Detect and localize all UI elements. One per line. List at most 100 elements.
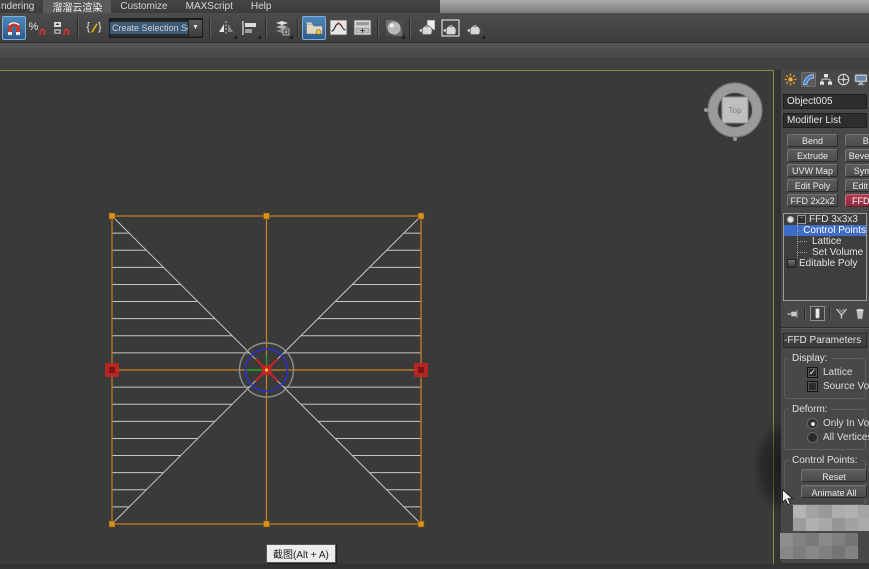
create-tab-icon [784,73,797,86]
edit-named-selection-sets-button[interactable]: { } [82,16,106,40]
stack-tree-line [797,224,798,258]
tab-modify[interactable] [800,72,817,87]
create-selection-set-dropdown[interactable]: Create Selection Se ▼ [109,17,203,38]
only-in-volume-radio-row[interactable]: Only In Volume [807,418,869,429]
editable-poly-icon [787,259,796,268]
pin-stack-button[interactable] [786,306,800,321]
menu-rendering[interactable]: ndering [0,1,43,12]
rendered-frame-window-button[interactable] [438,16,462,40]
remove-modifier-button[interactable] [853,306,867,321]
layer-manager-button[interactable] [270,16,294,40]
lattice-checkbox-row[interactable]: ✓ Lattice [807,367,865,378]
mosaic-cell [793,518,806,531]
menu-bar: ndering 溜溜云渲染 Customize MAXScript Help [0,0,440,14]
mosaic-cell [793,505,806,518]
animate-all-button[interactable]: Animate All [801,485,867,498]
mosaic-cell [832,518,845,531]
all-vertices-radio-row[interactable]: All Vertices [807,432,869,443]
modifier-button-bevel-profile[interactable]: Bevel Profile [845,149,869,162]
spinner-snap-button[interactable] [50,16,74,40]
menu-cloud-render[interactable]: 溜溜云渲染 [43,0,112,14]
object-name-field[interactable]: Object005 [783,94,867,109]
mosaic-cell [806,518,819,531]
all-vertices-radio[interactable] [807,432,818,443]
only-in-volume-radio[interactable] [807,418,818,429]
modifier-button-ffd-2x2x2[interactable]: FFD 2x2x2 [787,194,838,207]
tab-display[interactable] [853,72,869,87]
mosaic-cell [793,533,806,546]
show-end-result-button[interactable] [810,306,825,321]
modifier-list-dropdown[interactable]: Modifier List [783,113,867,128]
chevron-down-icon[interactable]: ▼ [188,19,202,36]
align-button[interactable] [238,16,262,40]
percent-snap-button[interactable]: % [26,16,50,40]
tab-create[interactable] [783,72,799,87]
snaps-toggle-button[interactable] [2,15,26,40]
scene-explorer-button[interactable] [302,15,326,40]
curve-editor-icon [329,19,347,36]
mosaic-cell [845,518,858,531]
modifier-stack-toolbar [783,305,867,322]
source-volume-checkbox[interactable]: ✓ [807,381,818,392]
source-volume-checkbox-row[interactable]: ✓ Source Volume [807,381,869,392]
modifier-button-edit-spline[interactable]: Edit Spline [845,179,869,192]
mirror-button[interactable] [214,16,238,40]
menu-help[interactable]: Help [242,1,281,12]
mosaic-cell [806,533,819,546]
control-points-group-label: Control Points: [789,455,861,466]
source-volume-checkbox-label: Source Volume [823,381,869,392]
display-group-label: Display: [789,353,831,364]
rollout-title: FFD Parameters [787,335,862,346]
tab-hierarchy[interactable] [818,72,834,87]
percent-icon: % [28,21,39,33]
modifier-button-ffd-3x3x3[interactable]: FFD 3x3x3 [845,194,869,207]
modifier-enabled-bulb-icon[interactable] [787,216,794,223]
magnet-mini-icon [39,28,46,35]
render-setup-button[interactable] [414,16,438,40]
collapse-minus-icon[interactable]: - [797,215,806,224]
reset-button[interactable]: Reset [801,469,867,482]
toolbar-separator [377,17,379,38]
command-panel-tabs [781,70,869,90]
mouse-cursor [782,489,794,506]
deform-group: Deform: Only In Volume All Vertices [784,404,869,450]
schematic-view-button[interactable] [350,16,374,40]
svg-text:Top: Top [729,106,742,115]
render-production-button[interactable] [462,16,486,40]
stack-item-editable-poly[interactable]: Editable Poly [784,258,866,269]
ffd-parameters-rollout-header[interactable]: - FFD Parameters [783,333,867,348]
magnet-mini-icon [63,28,70,35]
lattice-checkbox[interactable]: ✓ [807,367,818,378]
material-editor-button[interactable] [382,16,406,40]
mosaic-cell [819,505,832,518]
modifier-button-edit-poly[interactable]: Edit Poly [787,179,838,192]
panel-separator [781,327,869,329]
ribbon-strip [0,43,869,58]
viewport-top[interactable]: Top [0,70,774,564]
modifier-list-label: Modifier List [787,115,841,126]
mosaic-cell [832,533,845,546]
menu-customize[interactable]: Customize [111,1,176,12]
stack-item-label: FFD 3x3x3 [809,214,858,225]
make-unique-button[interactable] [835,306,849,321]
modifier-button-bend[interactable]: Bend [787,134,838,147]
display-tab-icon [854,74,868,86]
viewport-canvas[interactable]: Top [0,71,773,564]
pencil-icon [90,22,98,33]
stack-toolbar-separator [828,307,831,320]
modifier-button-symmetry[interactable]: Symmetry [845,164,869,177]
mirror-icon [219,20,233,35]
modifier-button-uvw-map[interactable]: UVW Map [787,164,838,177]
toolbar-separator [209,17,211,38]
titlebar-light-band [440,0,869,13]
control-points-group: Control Points: Reset Animate All [784,455,867,505]
only-in-volume-label: Only In Volume [823,418,869,429]
stack-item-label: Editable Poly [799,258,858,269]
curve-editor-button[interactable] [326,16,350,40]
tab-motion[interactable] [836,72,852,87]
modifier-button-extrude[interactable]: Extrude [787,149,838,162]
modifier-button-bevel[interactable]: Bevel [845,134,869,147]
menu-maxscript[interactable]: MAXScript [177,1,242,12]
mosaic-cell [832,546,845,559]
deform-group-label: Deform: [789,404,831,415]
